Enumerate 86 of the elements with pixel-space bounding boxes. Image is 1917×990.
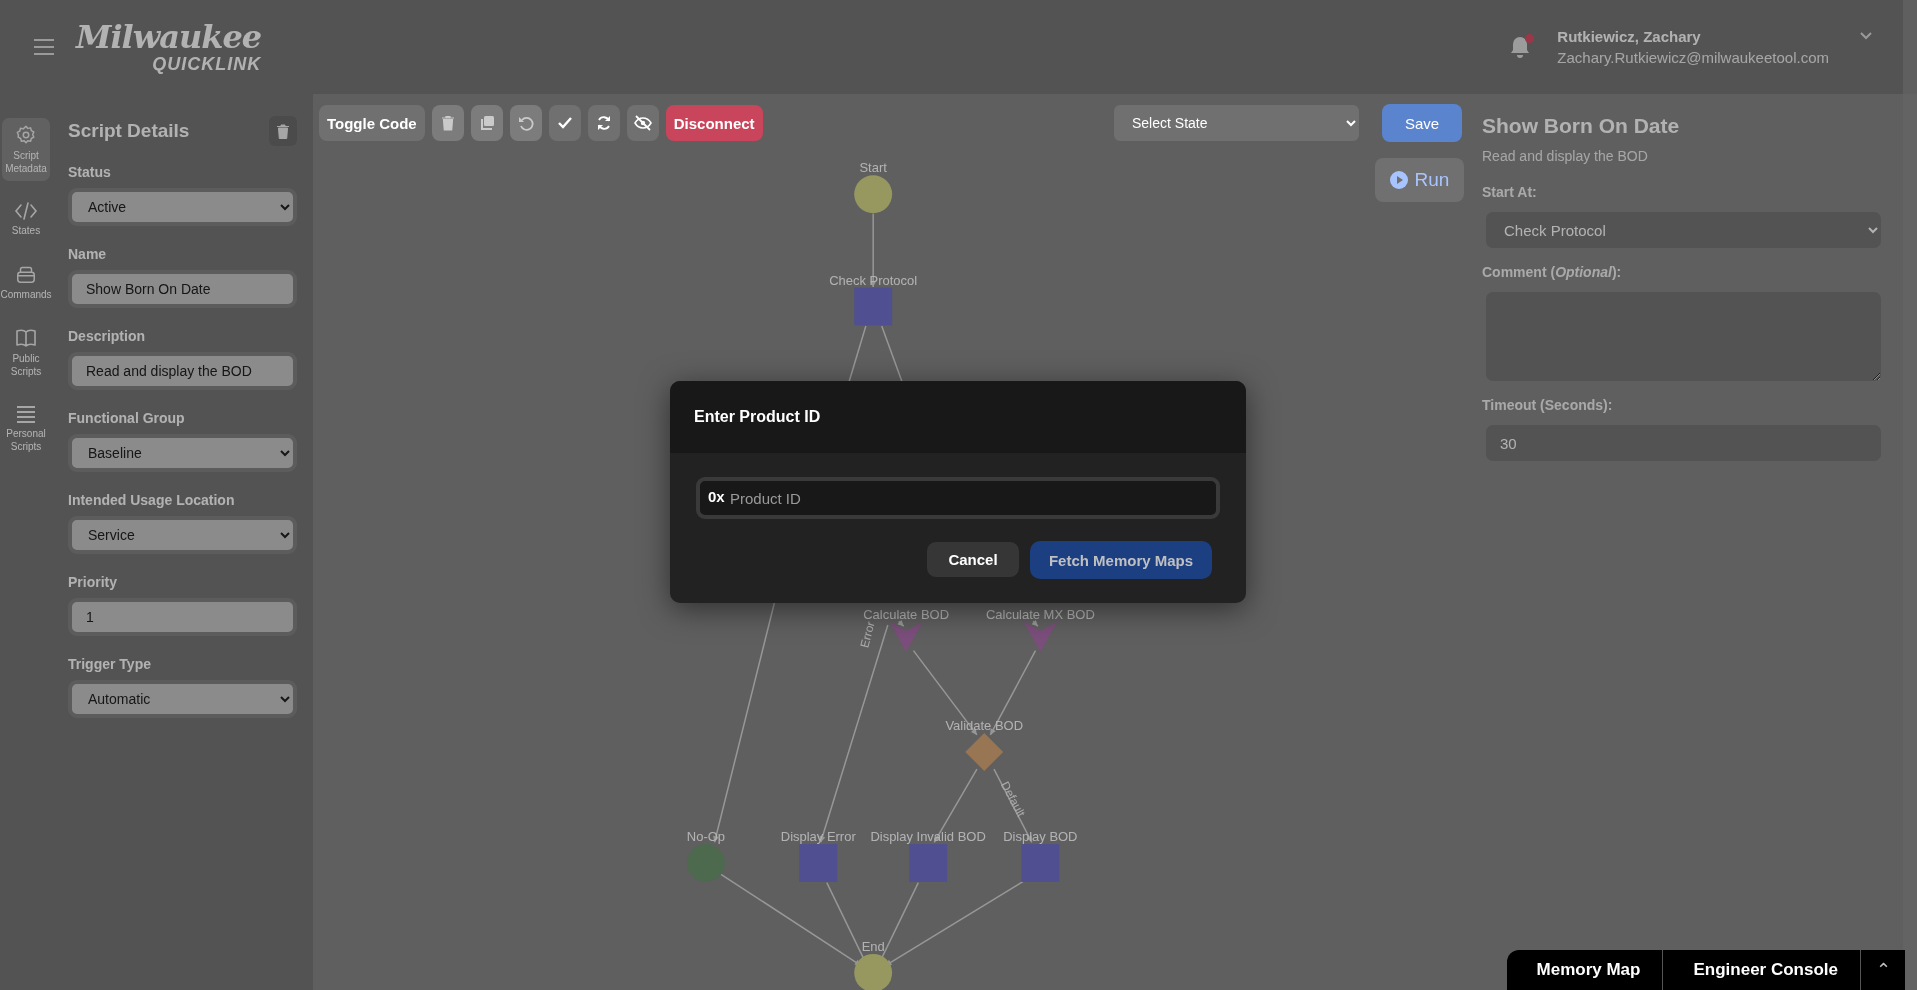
field-label: Description [68, 328, 146, 344]
trash-icon [440, 115, 455, 131]
sidebar-item[interactable]: Script Metadata [2, 118, 50, 181]
user-name: Rutkiewicz, Zachary [1557, 28, 1702, 45]
logo-text: Milwaukee [76, 21, 262, 53]
code-icon [14, 201, 38, 221]
bell-icon[interactable] [1509, 35, 1532, 59]
comment-field[interactable] [1486, 292, 1881, 381]
diamond-node[interactable] [965, 733, 1004, 771]
dropdown-field[interactable]: Active [68, 188, 297, 226]
connector [897, 619, 905, 627]
panel-title: Script Details [68, 120, 190, 142]
node-label: Display Invalid BOD [870, 829, 986, 845]
gear-icon [15, 124, 37, 146]
disconnect-button[interactable]: Disconnect [665, 105, 763, 141]
bottom-tab[interactable]: Engineer Console [1663, 950, 1861, 990]
field-label: Name [68, 246, 108, 262]
circle-node[interactable] [687, 844, 725, 882]
square-node[interactable] [909, 844, 948, 882]
input-field[interactable]: Read and display the BOD [68, 352, 297, 390]
save-button[interactable]: Save [1382, 104, 1462, 142]
node-label: Display Error [780, 829, 856, 845]
field-label: Trigger Type [68, 656, 152, 672]
expand-button[interactable]: ⌃ [1861, 950, 1905, 990]
bottom-tab[interactable]: Memory Map [1506, 950, 1664, 990]
node-label: Calculate BOD [863, 606, 949, 622]
chevron-node[interactable] [889, 621, 924, 652]
start-at-dropdown[interactable]: Check Protocol [1486, 212, 1881, 248]
sidebar-item[interactable]: Personal Scripts [2, 398, 50, 459]
node-label: Display BOD [1003, 829, 1078, 845]
dropdown-field[interactable]: Baseline [68, 434, 297, 472]
circle-node[interactable] [854, 175, 893, 214]
refresh-icon [595, 115, 612, 131]
user-email: Zachary.Rutkiewicz@milwaukeetool.com [1557, 49, 1829, 66]
sidebar-item[interactable]: States [2, 195, 50, 243]
node-label: End [861, 938, 885, 954]
chevron-node[interactable] [1023, 621, 1058, 652]
fetch-button[interactable]: Fetch Memory Maps [1030, 541, 1212, 579]
field-label: Functional Group [68, 410, 186, 426]
play-icon [1389, 171, 1408, 189]
dialog-title: Enter Product ID [694, 408, 821, 426]
square-node[interactable] [854, 287, 893, 326]
field-label: Start At: [1482, 184, 1538, 200]
cancel-button[interactable]: Cancel [926, 541, 1020, 578]
dropdown-field[interactable]: Automatic [68, 680, 297, 718]
scrollbar-track[interactable] [1903, 94, 1917, 990]
timeout-field[interactable]: 30 [1486, 425, 1881, 461]
undo-icon [517, 115, 534, 131]
node-label: Validate BOD [945, 718, 1024, 733]
square-node[interactable] [1021, 844, 1060, 882]
input-field[interactable]: Show Born On Date [68, 270, 297, 308]
list-icon [15, 404, 37, 424]
trash-icon [277, 123, 289, 139]
input-prefix: 0x [708, 488, 725, 505]
node-label: Calculate MX BOD [985, 606, 1095, 622]
toolbar-button[interactable] [587, 105, 620, 141]
sidebar-item[interactable]: Public Scripts [2, 321, 50, 384]
book-icon [14, 327, 38, 349]
state-dropdown[interactable]: Select State [1114, 105, 1359, 141]
field-label: Timeout (Seconds): [1482, 397, 1614, 413]
field-label: Status [68, 164, 112, 180]
check-icon [556, 116, 573, 130]
node-label: No-Op [686, 829, 726, 845]
node-label: Check Protocol [829, 272, 918, 288]
state-subtitle: Read and display the BOD [1482, 148, 1649, 164]
field-label: Priority [68, 574, 118, 590]
logo-subtitle: QUICKLINK [152, 55, 262, 73]
edge-label: Error [857, 619, 878, 650]
state-title: Show Born On Date [1482, 114, 1681, 138]
toggle-code-button[interactable]: Toggle Code [319, 105, 425, 141]
toolbar-button[interactable] [626, 105, 659, 141]
delete-button[interactable] [269, 116, 297, 146]
copy-icon [478, 115, 495, 131]
connector [1031, 619, 1039, 627]
chevron-down-icon[interactable] [1859, 31, 1873, 41]
run-button[interactable]: Run [1375, 158, 1464, 202]
field-label: Comment (Optional): [1482, 264, 1623, 280]
square-node[interactable] [799, 844, 838, 882]
toolbar-button[interactable] [548, 105, 581, 141]
node-label: Start [859, 160, 887, 176]
menu-icon[interactable] [34, 39, 54, 55]
field-label: Intended Usage Location [68, 492, 236, 508]
dropdown-field[interactable]: Service [68, 516, 297, 554]
input-field[interactable]: 1 [68, 598, 297, 636]
sidebar-item[interactable]: Commands [2, 257, 50, 307]
hidden-eye-icon [633, 115, 652, 131]
